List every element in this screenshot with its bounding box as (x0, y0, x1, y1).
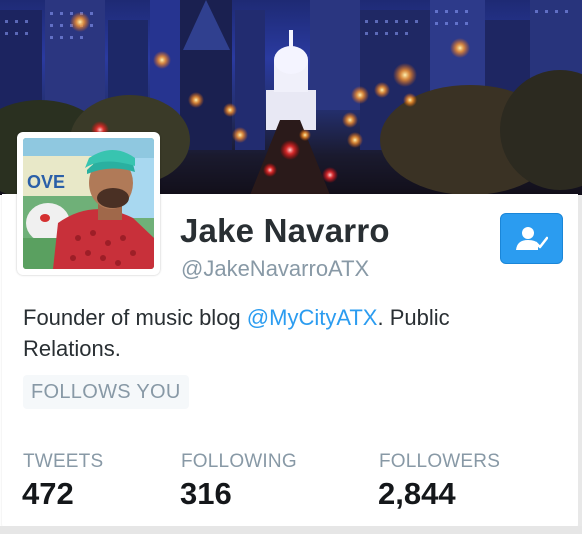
profile-bio: Founder of music blog @MyCityATX. Public… (23, 302, 543, 364)
background-strip (0, 526, 582, 534)
user-following-icon (516, 227, 548, 250)
avatar-photo: OVE (23, 138, 154, 269)
bio-text: Founder of music blog (23, 305, 247, 330)
profile-handle[interactable]: @JakeNavarroATX (181, 256, 369, 282)
followers-label[interactable]: FOLLOWERS (379, 451, 500, 473)
card-edge (578, 195, 582, 534)
following-count[interactable]: 316 (180, 476, 232, 512)
followers-count[interactable]: 2,844 (378, 476, 456, 512)
bio-mention-link[interactable]: @MyCityATX (247, 305, 378, 330)
profile-name[interactable]: Jake Navarro (180, 212, 390, 250)
avatar[interactable]: OVE (17, 132, 160, 275)
following-button[interactable] (500, 213, 563, 264)
avatar-image: OVE (23, 138, 154, 269)
mural-lettering: OVE (27, 172, 65, 192)
tweets-label[interactable]: TWEETS (23, 451, 103, 473)
tweets-count[interactable]: 472 (22, 476, 74, 512)
following-label[interactable]: FOLLOWING (181, 451, 297, 473)
follows-you-badge: FOLLOWS YOU (23, 375, 189, 409)
